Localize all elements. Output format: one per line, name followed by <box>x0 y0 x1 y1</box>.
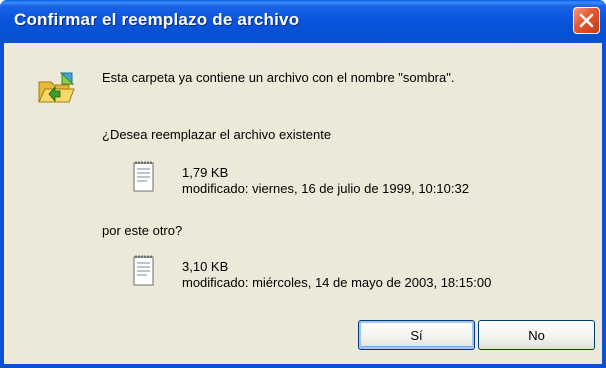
text-file-icon <box>133 161 154 192</box>
conflict-message: Esta carpeta ya contiene un archivo con … <box>102 70 455 85</box>
new-file-size: 3,10 KB <box>182 259 229 274</box>
replacement-label: por este otro? <box>102 223 183 238</box>
title-bar[interactable]: Confirmar el reemplazo de archivo <box>0 0 606 43</box>
existing-file-modified: modificado: viernes, 16 de julio de 1999… <box>182 181 469 196</box>
close-icon <box>579 13 594 28</box>
confirm-replace-dialog: Confirmar el reemplazo de archivo Esta c… <box>0 0 606 368</box>
dialog-body: Esta carpeta ya contiene un archivo con … <box>4 43 602 364</box>
yes-button[interactable]: Sí <box>358 320 475 350</box>
no-button[interactable]: No <box>478 320 595 350</box>
close-button[interactable] <box>573 7 600 34</box>
text-file-icon <box>133 255 154 286</box>
existing-file-size: 1,79 KB <box>182 165 229 180</box>
dialog-title: Confirmar el reemplazo de archivo <box>14 10 300 29</box>
new-file-modified: modificado: miércoles, 14 de mayo de 200… <box>182 275 492 290</box>
folder-replace-icon <box>38 72 75 103</box>
replace-question: ¿Desea reemplazar el archivo existente <box>102 127 332 142</box>
